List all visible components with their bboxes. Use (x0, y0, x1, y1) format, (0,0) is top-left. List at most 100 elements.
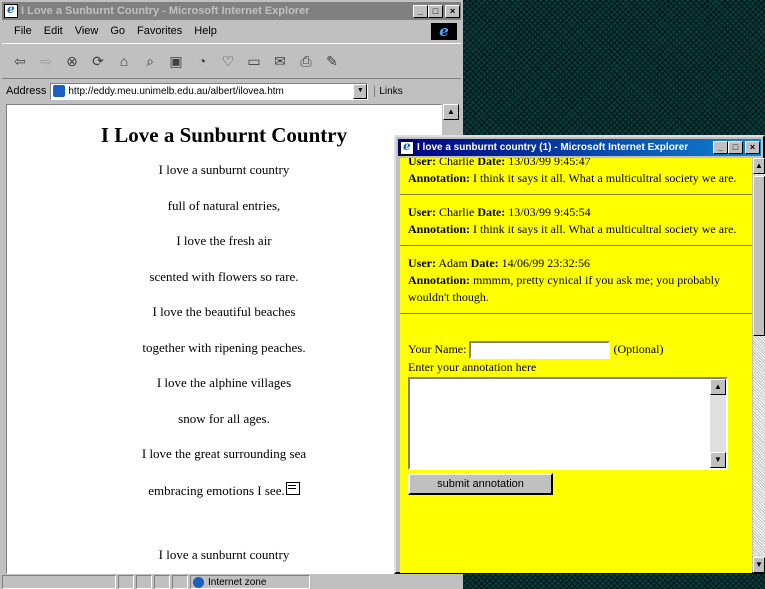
status-bar: Internet zone (2, 575, 461, 589)
poem-line: I love the beautiful beaches (152, 304, 296, 319)
status-cell (154, 575, 170, 589)
address-url[interactable]: http://eddy.meu.unimelb.edu.au/albert/il… (68, 86, 284, 97)
stop-icon[interactable]: ⊗ (62, 51, 82, 71)
search-icon[interactable]: ⌕ (140, 51, 160, 71)
scroll-up-arrow-icon[interactable]: ▲ (753, 158, 765, 174)
status-cell (118, 575, 134, 589)
annotation-prompt: Enter your annotation here (408, 360, 537, 375)
maximize-button[interactable]: □ (728, 141, 743, 154)
annotation-label: Annotation: (408, 171, 471, 185)
favorites-icon[interactable]: ▣ (166, 51, 186, 71)
annotation-popup-window: I love a sunburnt country (1) - Microsof… (394, 135, 765, 574)
minimize-button[interactable]: _ (713, 141, 728, 154)
menu-edit[interactable]: Edit (38, 25, 69, 37)
standard-toolbar: ⇦ ⇨ ⊗ ⟳ ⌂ ⌕ ▣ ◔ ♡ ▭ ✉ ⎙ ✎ (2, 43, 461, 79)
main-window-title: I Love a Sunburnt Country - Microsoft In… (21, 5, 310, 17)
address-field[interactable]: http://eddy.meu.unimelb.edu.au/albert/il… (50, 82, 369, 100)
ie-logo-icon: e (431, 23, 457, 40)
date-label: Date: (470, 256, 499, 270)
scroll-thumb[interactable] (753, 176, 765, 336)
annotation-entry: User: Adam Date: 14/06/99 23:32:56 Annot… (400, 246, 752, 314)
user-name: Charlie (438, 205, 475, 219)
user-name: Charlie (438, 158, 475, 168)
close-button[interactable]: × (445, 4, 460, 18)
date-label: Date: (477, 205, 506, 219)
annotation-textarea[interactable]: ▲ ▼ (408, 377, 728, 471)
address-dropdown-button[interactable]: ▼ (353, 83, 368, 99)
poem-line: scented with flowers so rare. (149, 268, 299, 284)
scroll-down-arrow-icon[interactable]: ▼ (753, 557, 765, 573)
popup-window-title: I love a sunburnt country (1) - Microsof… (417, 142, 689, 153)
scroll-up-arrow-icon[interactable]: ▲ (710, 379, 726, 396)
menu-help[interactable]: Help (188, 25, 223, 37)
submit-annotation-button[interactable]: submit annotation (408, 473, 553, 496)
globe-icon (193, 576, 204, 588)
textarea-scrollbar[interactable]: ▲ ▼ (710, 379, 726, 469)
minimize-button[interactable]: _ (413, 4, 428, 18)
poem-line: together with ripening peaches. (142, 339, 306, 355)
annotation-text: I think it says it all. What a multicult… (473, 171, 737, 185)
mail-icon[interactable]: ✉ (270, 51, 290, 71)
poem-line-text: embracing emotions I see. (148, 482, 285, 498)
annotation-label: Annotation: (408, 222, 471, 236)
poem-line: I love a sunburnt country (158, 162, 290, 177)
menu-go[interactable]: Go (104, 25, 131, 37)
ie-window-icon[interactable] (400, 139, 414, 155)
poem-line: snow for all ages. (178, 410, 270, 426)
print-icon[interactable]: ⎙ (296, 51, 316, 71)
annotation-label: Annotation: (408, 273, 471, 287)
page-content: I Love a Sunburnt Country I love a sunbu… (6, 104, 442, 574)
poem-line: I love the fresh air (176, 233, 272, 248)
address-bar: Address http://eddy.meu.unimelb.edu.au/a… (2, 80, 461, 102)
channels-icon[interactable]: ♡ (218, 51, 238, 71)
poem-line: full of natural entries, (167, 197, 281, 213)
refresh-icon[interactable]: ⟳ (88, 51, 108, 71)
annotation-text: I think it says it all. What a multicult… (473, 222, 737, 236)
name-input[interactable] (469, 341, 611, 360)
menu-favorites[interactable]: Favorites (131, 25, 188, 37)
annotation-note-icon[interactable] (285, 481, 300, 495)
forward-icon[interactable]: ⇨ (36, 51, 56, 71)
poem-line: I love the great surrounding sea (141, 446, 307, 461)
security-zone: Internet zone (190, 575, 310, 589)
popup-vertical-scrollbar[interactable]: ▲ ▼ (753, 158, 765, 573)
page-icon (53, 85, 66, 97)
back-icon[interactable]: ⇦ (10, 51, 30, 71)
poem-title: I Love a Sunburnt Country (100, 123, 348, 147)
annotation-entry: User: Charlie Date: 13/03/99 9:45:54 Ann… (400, 195, 752, 246)
close-button[interactable]: × (745, 141, 760, 154)
home-icon[interactable]: ⌂ (114, 51, 134, 71)
annotation-entry: User: Charlie Date: 13/03/99 9:45:47 Ann… (400, 158, 752, 195)
fullscreen-icon[interactable]: ▭ (244, 51, 264, 71)
user-label: User: (408, 158, 436, 168)
poem-line: I love the alphine villages (156, 375, 292, 390)
menu-file[interactable]: File (8, 25, 38, 37)
menu-bar: File Edit View Go Favorites Help (2, 22, 461, 40)
date-label: Date: (477, 158, 506, 168)
menu-view[interactable]: View (69, 25, 105, 37)
poem-line-last: embracing emotions I see. (7, 481, 441, 518)
annotation-form: Your Name: (Optional) Enter your annotat… (400, 314, 752, 496)
ie-window-icon[interactable] (4, 2, 18, 18)
user-label: User: (408, 256, 436, 270)
address-label: Address (6, 85, 47, 97)
annotation-page: User: Charlie Date: 13/03/99 9:45:47 Ann… (400, 158, 752, 573)
scroll-up-arrow-icon[interactable]: ▲ (443, 104, 459, 120)
poem-line: I love a sunburnt country (158, 547, 290, 562)
main-title-bar[interactable]: I Love a Sunburnt Country - Microsoft In… (2, 2, 461, 20)
optional-label: (Optional) (613, 342, 664, 356)
scroll-down-arrow-icon[interactable]: ▼ (710, 452, 726, 469)
edit-icon[interactable]: ✎ (322, 51, 342, 71)
popup-title-bar[interactable]: I love a sunburnt country (1) - Microsof… (398, 139, 761, 156)
user-label: User: (408, 205, 436, 219)
zone-label: Internet zone (208, 576, 267, 588)
annotation-date: 13/03/99 9:45:47 (508, 158, 591, 168)
links-button[interactable]: Links (374, 85, 403, 97)
status-text (2, 575, 116, 589)
annotation-date: 13/03/99 9:45:54 (508, 205, 591, 219)
name-label: Your Name: (408, 342, 467, 356)
status-cell (136, 575, 152, 589)
maximize-button[interactable]: □ (428, 4, 443, 18)
history-icon[interactable]: ◔ (192, 51, 212, 71)
